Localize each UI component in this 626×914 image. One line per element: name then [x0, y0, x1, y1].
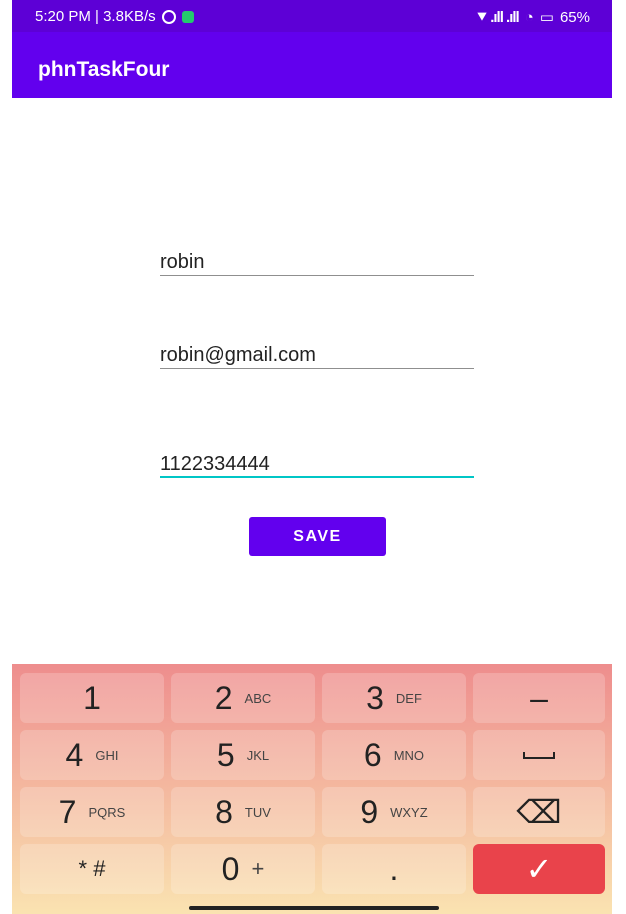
- key-9[interactable]: 9 WXYZ: [322, 787, 466, 837]
- app-title: phnTaskFour: [38, 58, 170, 81]
- navigation-handle[interactable]: [189, 906, 439, 910]
- key-1[interactable]: 1: [20, 673, 164, 723]
- check-icon: ✓: [525, 851, 553, 887]
- key-0[interactable]: 0 +: [171, 844, 315, 894]
- app-notification-icon: [181, 10, 194, 23]
- email-input[interactable]: robin@gmail.com: [160, 344, 474, 369]
- done-key[interactable]: ✓: [473, 844, 605, 894]
- period-key[interactable]: .: [322, 844, 466, 894]
- signal-icon: ⯆ .ıll .ıll: [476, 8, 520, 26]
- status-bar: 5:20 PM | 3.8KB/s ⯆ .ıll .ıll ◔ ▭ 65%: [12, 0, 612, 32]
- key-2[interactable]: 2 ABC: [171, 673, 315, 723]
- battery-icon: ▭: [539, 9, 554, 26]
- minus-key[interactable]: –: [473, 673, 605, 723]
- key-3[interactable]: 3 DEF: [322, 673, 466, 723]
- key-8[interactable]: 8 TUV: [171, 787, 315, 837]
- save-button[interactable]: SAVE: [249, 517, 386, 556]
- key-7[interactable]: 7 PQRS: [20, 787, 164, 837]
- app-bar: phnTaskFour: [12, 32, 612, 98]
- numeric-keyboard: 1 2 ABC 3 DEF – 4 GHI 5 JKL 6 MNO 7 PQRS 8 TUV …: [12, 664, 612, 914]
- name-input[interactable]: robin: [160, 251, 474, 276]
- backspace-icon: ⌫: [516, 794, 562, 830]
- status-time-speed: 5:20 PM | 3.8KB/s: [35, 8, 156, 25]
- space-icon: [523, 751, 555, 759]
- phone-input[interactable]: 1122334444: [160, 453, 474, 478]
- space-key[interactable]: [473, 730, 605, 780]
- key-5[interactable]: 5 JKL: [171, 730, 315, 780]
- key-4[interactable]: 4 GHI: [20, 730, 164, 780]
- symbols-key[interactable]: * #: [20, 844, 164, 894]
- key-6[interactable]: 6 MNO: [322, 730, 466, 780]
- battery-percentage: 65%: [559, 8, 590, 26]
- wifi-icon: ◔: [524, 8, 534, 26]
- alarm-icon: [161, 9, 176, 24]
- backspace-key[interactable]: ⌫: [473, 787, 605, 837]
